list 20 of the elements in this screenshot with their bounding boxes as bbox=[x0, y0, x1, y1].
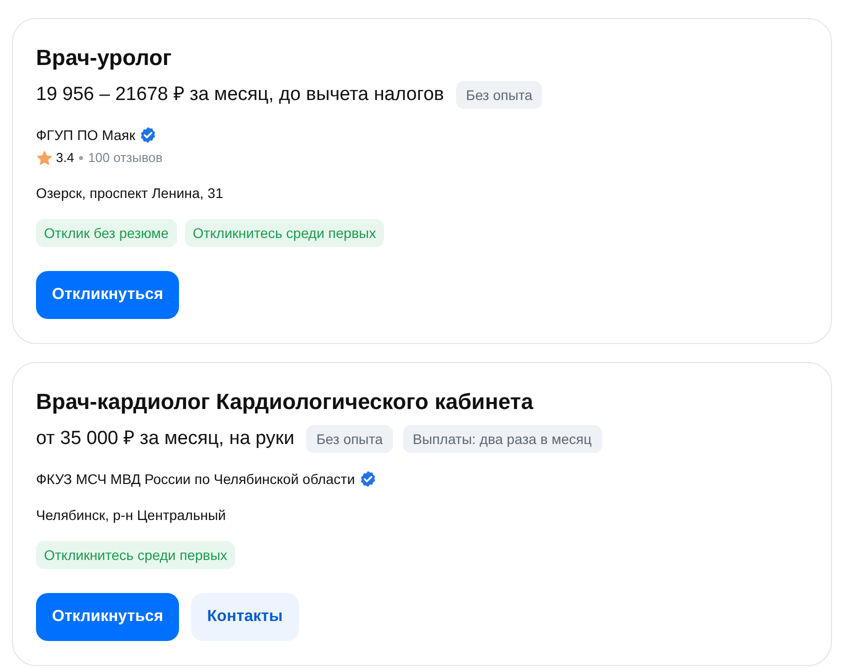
highlight-tag: Отклик без резюме bbox=[36, 219, 177, 247]
vacancy-title[interactable]: Врач-уролог bbox=[36, 43, 808, 73]
info-tag: Без опыта bbox=[306, 425, 393, 453]
address-text: Озерск, проспект Ленина, 31 bbox=[36, 184, 224, 203]
salary-text: от 35 000 ₽ за месяц, на руки bbox=[36, 427, 294, 451]
company-name[interactable]: ФГУП ПО Маяк bbox=[36, 125, 136, 145]
address-text: Челябинск, р-н Центральный bbox=[36, 506, 227, 525]
rating-score: 3.4 bbox=[56, 149, 74, 167]
contacts-button[interactable]: Контакты bbox=[191, 593, 299, 641]
vacancy-title[interactable]: Врач-кардиолог Кардиологического кабинета bbox=[36, 387, 808, 417]
salary-text: 19 956 – 21678 ₽ за месяц, до вычета налогов bbox=[36, 83, 444, 107]
respond-button[interactable]: Откликнуться bbox=[36, 593, 180, 641]
reviews-count[interactable]: 100 отзывов bbox=[88, 149, 162, 167]
highlight-tag: Откликнитесь среди первых bbox=[184, 219, 384, 247]
respond-button[interactable]: Откликнуться bbox=[36, 271, 180, 319]
highlight-tag: Откликнитесь среди первых bbox=[36, 541, 236, 569]
company-name[interactable]: ФКУЗ МСЧ МВД России по Челябинской области bbox=[36, 469, 355, 489]
info-tag: Без опыта bbox=[456, 81, 542, 109]
info-tag: Выплаты: два раза в месяц bbox=[402, 425, 602, 453]
star-icon bbox=[36, 150, 53, 166]
